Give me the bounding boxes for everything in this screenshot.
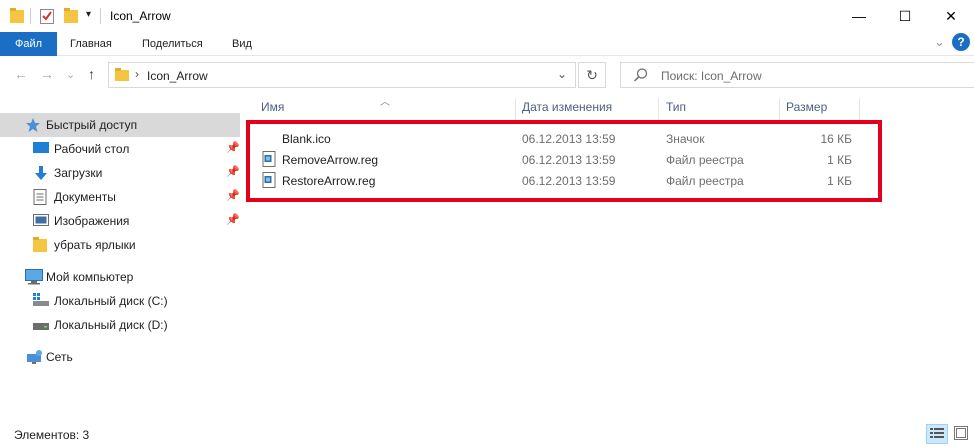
pin-icon[interactable]: 📌 [226, 213, 240, 226]
divider [30, 8, 31, 24]
breadcrumb[interactable]: Icon_Arrow [147, 69, 208, 83]
column-divider[interactable] [859, 98, 860, 122]
column-divider[interactable] [658, 98, 659, 122]
divider [100, 8, 101, 24]
desktop-icon [33, 141, 49, 158]
column-header-type[interactable]: Тип [666, 100, 686, 122]
title-bar: ▾ Icon_Arrow — ☐ ✕ [0, 0, 974, 32]
tab-view[interactable]: Вид [220, 32, 264, 56]
computer-icon [25, 269, 43, 288]
download-icon [33, 165, 49, 184]
sidebar-item-remove-shortcuts[interactable]: убрать ярлыки [0, 233, 240, 257]
sidebar-item-pictures[interactable]: Изображения 📌 [0, 209, 240, 233]
network-icon [25, 349, 43, 368]
sidebar-item-label: Изображения [54, 214, 130, 228]
maximize-button[interactable]: ☐ [882, 0, 928, 32]
address-bar[interactable]: › Icon_Arrow ⌄ [108, 62, 576, 88]
sidebar-item-quick-access[interactable]: Быстрый доступ [0, 113, 240, 137]
ribbon-expand-icon[interactable]: ⌄ [934, 34, 945, 50]
documents-icon [33, 189, 47, 208]
sidebar-item-drive-d[interactable]: Локальный диск (D:) [0, 313, 240, 337]
details-view-button[interactable] [926, 424, 948, 444]
sidebar-item-label: Локальный диск (C:) [54, 294, 168, 308]
back-button[interactable]: ← [14, 66, 28, 82]
help-icon[interactable]: ? [952, 33, 970, 51]
tab-file[interactable]: Файл [0, 32, 57, 56]
up-button[interactable]: ↑ [88, 66, 95, 82]
minimize-button[interactable]: — [836, 0, 882, 32]
search-input[interactable]: Поиск: Icon_Arrow [661, 69, 762, 83]
address-dropdown-icon[interactable]: ⌄ [557, 67, 567, 81]
sidebar-item-label: Загрузки [54, 166, 103, 180]
details-view-icon [930, 427, 944, 442]
search-icon [633, 67, 649, 86]
column-divider[interactable] [779, 98, 780, 122]
large-icons-view-button[interactable] [950, 424, 972, 444]
forward-button[interactable]: → [40, 66, 54, 82]
refresh-button[interactable]: ↻ [578, 62, 606, 88]
star-icon [25, 117, 41, 136]
column-header-date[interactable]: Дата изменения [522, 100, 612, 122]
tab-share[interactable]: Поделиться [130, 32, 215, 56]
pin-icon[interactable]: 📌 [226, 189, 240, 202]
sidebar-item-documents[interactable]: Документы 📌 [0, 185, 240, 209]
sidebar-item-label: Локальный диск (D:) [54, 318, 168, 332]
sort-ascending-icon: ︿ [380, 97, 390, 108]
customize-toolbar-icon[interactable]: ▾ [86, 9, 91, 20]
navigation-pane: Быстрый доступ Рабочий стол 📌 Загрузки 📌… [0, 98, 243, 418]
pin-icon[interactable]: 📌 [226, 165, 240, 178]
folder-icon [115, 68, 129, 85]
sidebar-item-label: Сеть [46, 350, 73, 364]
new-folder-icon[interactable] [64, 8, 78, 27]
sidebar-item-label: Рабочий стол [54, 142, 130, 156]
status-item-count: Элементов: 3 [14, 428, 90, 442]
folder-icon [33, 237, 47, 256]
sidebar-item-drive-c[interactable]: Локальный диск (C:) [0, 289, 240, 313]
highlight-box [246, 120, 882, 202]
column-divider[interactable] [515, 98, 516, 122]
pin-icon[interactable]: 📌 [226, 141, 240, 154]
windows-drive-icon [33, 293, 49, 310]
properties-icon[interactable] [40, 8, 54, 27]
sidebar-item-label: Мой компьютер [46, 270, 134, 284]
sidebar-item-this-pc[interactable]: Мой компьютер [0, 265, 240, 289]
column-header-size[interactable]: Размер [786, 100, 827, 122]
pictures-icon [33, 213, 49, 230]
window-title: Icon_Arrow [110, 9, 171, 23]
sidebar-item-desktop[interactable]: Рабочий стол 📌 [0, 137, 240, 161]
tab-home[interactable]: Главная [58, 32, 124, 56]
sidebar-item-label: Быстрый доступ [46, 118, 138, 132]
breadcrumb-separator[interactable]: › [135, 67, 139, 81]
ribbon: Файл Главная Поделиться Вид ⌄ ? [0, 32, 974, 56]
sidebar-item-downloads[interactable]: Загрузки 📌 [0, 161, 240, 185]
large-icons-view-icon [954, 425, 968, 443]
recent-locations-button[interactable]: ⌄ [66, 68, 75, 81]
column-header-name[interactable]: Имя [261, 100, 284, 122]
sidebar-item-label: Документы [54, 190, 116, 204]
drive-icon [33, 320, 49, 334]
folder-icon [10, 8, 24, 27]
sidebar-item-network[interactable]: Сеть [0, 345, 240, 369]
sidebar-item-label: убрать ярлыки [54, 238, 136, 252]
close-button[interactable]: ✕ [928, 0, 974, 32]
search-box[interactable]: Поиск: Icon_Arrow [620, 62, 974, 88]
